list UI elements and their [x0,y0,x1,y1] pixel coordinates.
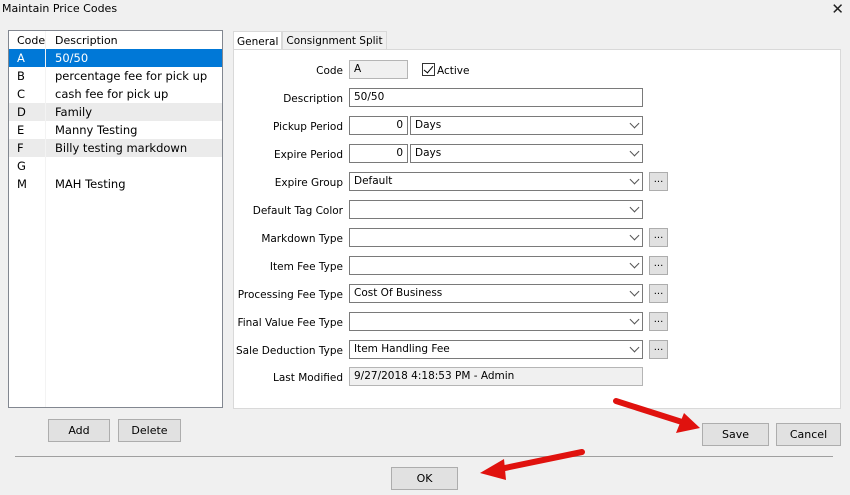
tab-strip: General Consignment Split [233,31,387,51]
default-tag-color-select[interactable] [349,200,643,219]
sale-deduction-type-value: Item Handling Fee [354,343,450,355]
markdown-type-browse-button[interactable]: ... [649,228,668,247]
list-item[interactable]: M MAH Testing [9,175,222,193]
markdown-type-select[interactable] [349,228,643,247]
description-field[interactable]: 50/50 [349,88,643,107]
price-code-list[interactable]: Code Description A 50/50 Bpercentage fee … [8,30,223,408]
list-item-code: E [17,123,25,137]
chevron-down-icon [629,258,640,269]
expire-period-unit-value: Days [415,147,442,159]
list-item[interactable]: Bpercentage fee for pick up [9,67,222,85]
list-header: Code Description [9,31,222,49]
annotation-arrow-to-ok [480,449,585,480]
expire-period-field[interactable]: 0 [349,144,408,163]
list-item[interactable]: A 50/50 [9,49,222,67]
active-checkbox[interactable] [422,63,435,76]
list-item[interactable]: F Billy testing markdown [9,139,222,157]
item-fee-type-label: Item Fee Type [269,261,343,273]
sale-deduction-type-label: Sale Deduction Type [235,345,343,357]
list-item[interactable]: Ccash fee for pick up [9,85,222,103]
expire-period-label: Expire Period [273,149,343,161]
list-item-code: A [17,51,25,65]
code-label: Code [316,65,343,77]
code-field: A [349,60,408,79]
list-item-code: B [17,69,25,83]
description-label: Description [283,93,343,105]
expire-group-value: Default [354,175,393,187]
tab-general[interactable]: General [233,31,283,51]
item-fee-type-select[interactable] [349,256,643,275]
item-fee-type-browse-button[interactable]: ... [649,256,668,275]
list-item-description: Family [55,105,93,119]
add-button[interactable]: Add [48,419,110,442]
column-header-code[interactable]: Code [9,34,45,47]
expire-group-select[interactable]: Default [349,172,643,191]
chevron-down-icon [629,342,640,353]
list-item[interactable]: G [9,157,222,175]
pickup-period-field[interactable]: 0 [349,116,408,135]
chevron-down-icon [629,118,640,129]
pickup-period-label: Pickup Period [273,121,343,133]
save-button[interactable]: Save [702,423,769,446]
active-label: Active [437,65,470,77]
processing-fee-type-browse-button[interactable]: ... [649,284,668,303]
tab-consignment-split[interactable]: Consignment Split [282,31,387,50]
chevron-down-icon [629,314,640,325]
final-value-fee-type-select[interactable] [349,312,643,331]
cancel-button[interactable]: Cancel [776,423,841,446]
processing-fee-type-label: Processing Fee Type [237,289,343,301]
chevron-down-icon [629,230,640,241]
list-item[interactable]: E Manny Testing [9,121,222,139]
delete-button[interactable]: Delete [118,419,181,442]
footer-divider [15,456,833,457]
last-modified-label: Last Modified [272,372,343,384]
sale-deduction-type-browse-button[interactable]: ... [649,340,668,359]
window-title: Maintain Price Codes [2,2,118,15]
close-icon[interactable]: ✕ [831,0,844,18]
sale-deduction-type-select[interactable]: Item Handling Fee [349,340,643,359]
chevron-down-icon [629,146,640,157]
last-modified-field: 9/27/2018 4:18:53 PM - Admin [349,367,643,386]
expire-group-browse-button[interactable]: ... [649,172,668,191]
list-item-code: C [17,87,26,101]
markdown-type-label: Markdown Type [261,233,343,245]
list-item-code: G [17,159,26,173]
final-value-fee-type-label: Final Value Fee Type [237,317,343,329]
list-item-code: M [17,177,27,191]
processing-fee-type-value: Cost Of Business [354,287,443,299]
final-value-fee-type-browse-button[interactable]: ... [649,312,668,331]
chevron-down-icon [629,286,640,297]
list-item-description: 50/50 [55,51,89,65]
list-item-code: D [17,105,26,119]
chevron-down-icon [629,202,640,213]
title-bar: Maintain Price Codes ✕ [0,0,850,20]
chevron-down-icon [629,174,640,185]
expire-group-label: Expire Group [274,177,343,189]
pickup-period-unit-select[interactable]: Days [410,116,643,135]
ok-button[interactable]: OK [391,467,458,490]
pickup-period-unit-value: Days [415,119,442,131]
list-item-code: F [17,141,24,155]
list-item[interactable]: D Family [9,103,222,121]
column-header-description[interactable]: Description [45,34,222,47]
expire-period-unit-select[interactable]: Days [410,144,643,163]
default-tag-color-label: Default Tag Color [252,205,343,217]
processing-fee-type-select[interactable]: Cost Of Business [349,284,643,303]
